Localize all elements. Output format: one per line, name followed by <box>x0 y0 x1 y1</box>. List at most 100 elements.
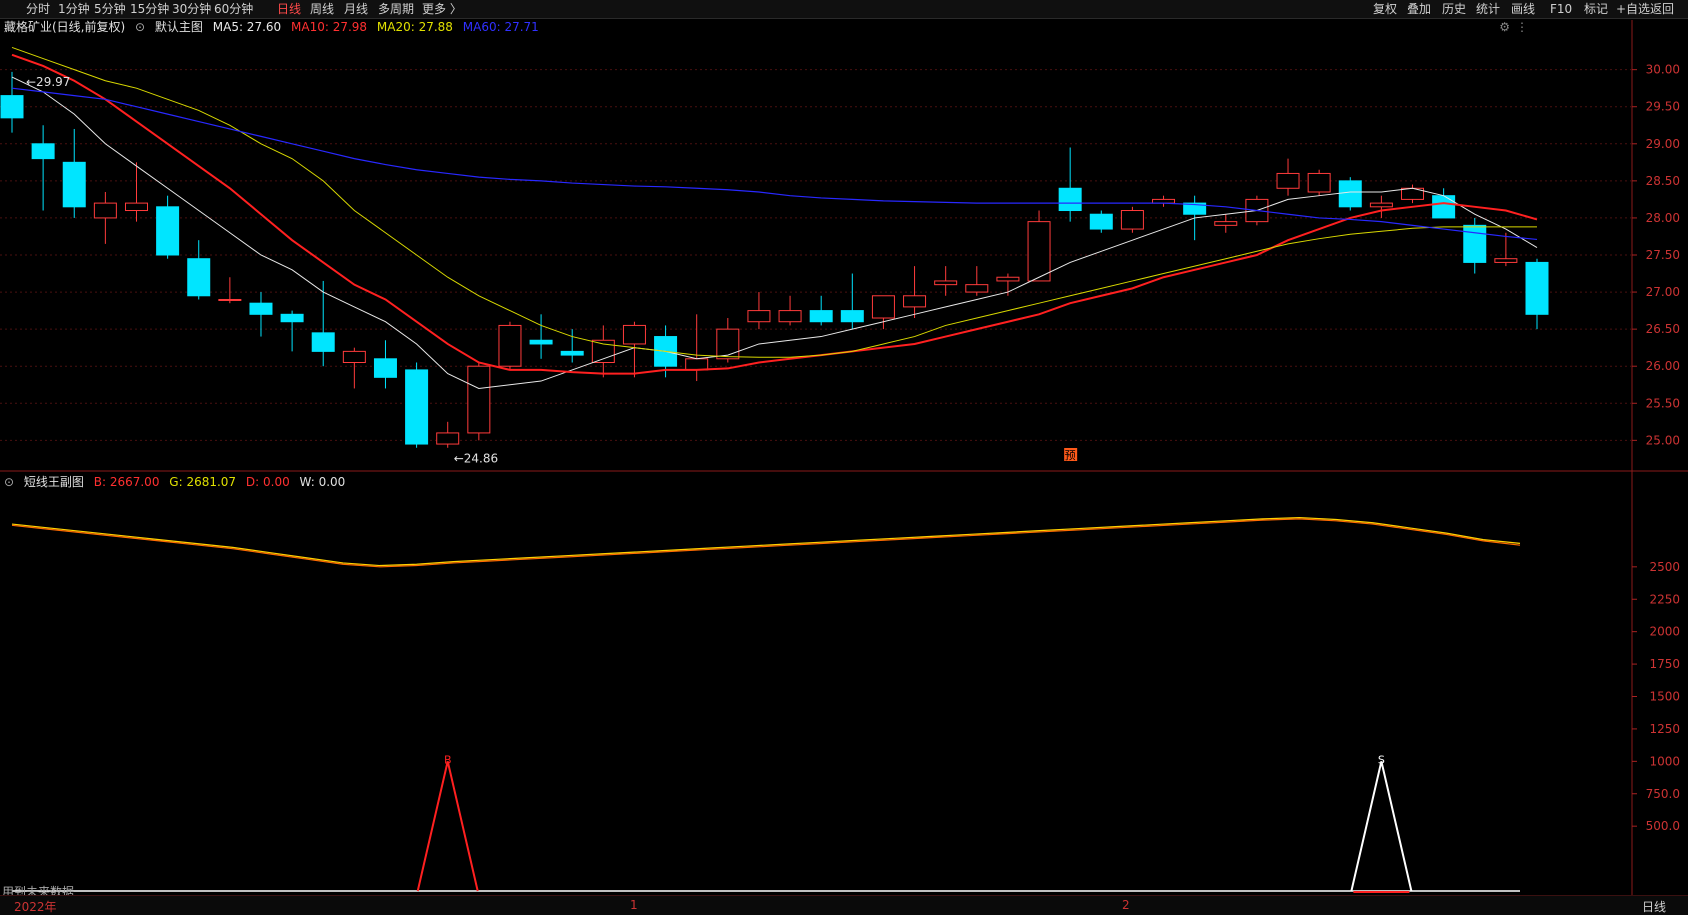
candle-body <box>467 365 491 434</box>
price-tick-label: 28.00 <box>1646 211 1680 225</box>
candle-body <box>529 339 553 345</box>
indicator-tick-label: 1500 <box>1649 690 1680 704</box>
period-toolbar: 分时 1分钟 5分钟 15分钟 30分钟 60分钟 日线 周线 月线 多周期 更多 〉 复权 叠加 历史统… <box>0 0 1688 19</box>
candle-body <box>436 432 460 445</box>
tool-button-2[interactable]: 历史 <box>1442 1 1466 17</box>
tool-button-8[interactable]: 返回 <box>1650 1 1674 17</box>
price-tick-label: 27.50 <box>1646 248 1680 262</box>
candle-body <box>965 284 989 293</box>
period-tab-5[interactable]: 60分钟 <box>214 1 253 17</box>
period-tab-2[interactable]: 5分钟 <box>94 1 126 17</box>
candle-body <box>1432 195 1456 219</box>
candle-body <box>809 310 833 323</box>
candle-body <box>31 143 55 160</box>
candle-body <box>373 358 397 378</box>
indicator-tick-label: 2500 <box>1649 560 1680 574</box>
indicator-line-g <box>11 516 1521 567</box>
candle-body <box>778 310 802 323</box>
price-tick-label: 25.00 <box>1646 433 1680 447</box>
candle-body <box>1027 221 1051 282</box>
timeline-bar: 2022年 1 2 日线 <box>0 895 1688 915</box>
candle-body <box>1058 187 1082 212</box>
tool-button-6[interactable]: 标记 <box>1584 1 1608 17</box>
candle-body <box>1463 224 1487 263</box>
period-tab-8[interactable]: 月线 <box>344 1 368 17</box>
period-tab-3[interactable]: 15分钟 <box>130 1 169 17</box>
candle-body <box>1338 180 1362 208</box>
period-label[interactable]: 日线 <box>1642 898 1666 915</box>
candle-body <box>840 310 864 323</box>
tool-button-7[interactable]: +自选 <box>1616 1 1650 17</box>
price-tick-label: 26.50 <box>1646 322 1680 336</box>
candlestick-chart[interactable]: 25.00 25.50 26.00 26.50 27.00 27.50 28.00 28.50… <box>0 20 1688 472</box>
indicator-tick-label: 1750 <box>1649 657 1680 671</box>
candle-body <box>903 295 927 308</box>
period-tab-1[interactable]: 1分钟 <box>58 1 90 17</box>
tool-button-5[interactable]: F10 <box>1550 1 1572 17</box>
candle-body <box>0 95 24 119</box>
signal-peak-label: B <box>444 753 452 766</box>
candle-body <box>1089 213 1113 230</box>
high-price-label: ←29.97 <box>26 75 70 89</box>
candle-body <box>1369 202 1393 208</box>
indicator-tick-label: 2000 <box>1649 625 1680 639</box>
candle-body <box>124 202 148 212</box>
price-tick-label: 29.50 <box>1646 100 1680 114</box>
indicator-tick-label: 1000 <box>1649 754 1680 768</box>
price-tick-label: 26.00 <box>1646 359 1680 373</box>
candle-body <box>996 276 1020 282</box>
candle-body <box>187 258 211 297</box>
signal-peak-s <box>1350 761 1413 892</box>
price-tick-label: 30.00 <box>1646 63 1680 77</box>
candle-body <box>1214 221 1238 226</box>
candle-body <box>1307 172 1331 193</box>
price-tick-label: 27.00 <box>1646 285 1680 299</box>
candle-body <box>747 310 771 323</box>
ma-line-ma10 <box>11 53 1538 375</box>
period-tab-4[interactable]: 30分钟 <box>172 1 211 17</box>
period-tab-9[interactable]: 多周期 <box>378 1 414 17</box>
signal-peak-b <box>416 761 479 892</box>
candle-body <box>934 280 958 286</box>
candle-body <box>560 350 584 356</box>
candle-body <box>342 350 366 363</box>
candle-body <box>622 324 646 345</box>
period-tab-0[interactable]: 分时 <box>26 1 50 17</box>
tool-button-3[interactable]: 统计 <box>1476 1 1500 17</box>
indicator-tick-label: 750.0 <box>1646 787 1680 801</box>
period-tab-10[interactable]: 更多 〉 <box>422 1 462 17</box>
period-tab-7[interactable]: 周线 <box>310 1 334 17</box>
candle-body <box>249 302 273 315</box>
candle-body <box>685 358 709 371</box>
indicator-tick-label: 500.0 <box>1646 819 1680 833</box>
candle-body <box>871 295 895 319</box>
candle-body <box>311 332 335 352</box>
pre-marker: 预 <box>1065 449 1076 462</box>
candle-body <box>62 161 86 208</box>
timeline-month-1: 1 <box>630 898 638 912</box>
candle-body <box>93 202 117 219</box>
timeline-month-2: 2 <box>1122 898 1130 912</box>
tool-button-1[interactable]: 叠加 <box>1407 1 1431 17</box>
ma-line-ma60 <box>11 87 1538 241</box>
candle-body <box>1525 261 1549 315</box>
candle-body <box>156 206 180 256</box>
candle-body <box>1276 172 1300 189</box>
price-tick-label: 29.00 <box>1646 137 1680 151</box>
timeline-year: 2022年 <box>14 900 57 914</box>
price-tick-label: 25.50 <box>1646 396 1680 410</box>
candle-body <box>280 313 304 323</box>
candle-body <box>498 324 522 367</box>
ma-line-ma20 <box>11 46 1537 358</box>
period-tab-6[interactable]: 日线 <box>277 1 301 17</box>
candle-body <box>218 298 242 301</box>
signal-peak-label: S <box>1378 753 1385 766</box>
tool-button-4[interactable]: 画线 <box>1511 1 1535 17</box>
candle-body <box>1120 210 1144 230</box>
tool-button-0[interactable]: 复权 <box>1373 1 1397 17</box>
indicator-tick-label: 2250 <box>1649 592 1680 606</box>
candle-body <box>716 328 740 360</box>
low-price-label: ←24.86 <box>454 452 498 466</box>
candle-body <box>1494 258 1518 263</box>
indicator-chart[interactable]: 500.0 750.0 1000 1250 1500 1750 2000 2250 2500 B S <box>0 472 1688 896</box>
